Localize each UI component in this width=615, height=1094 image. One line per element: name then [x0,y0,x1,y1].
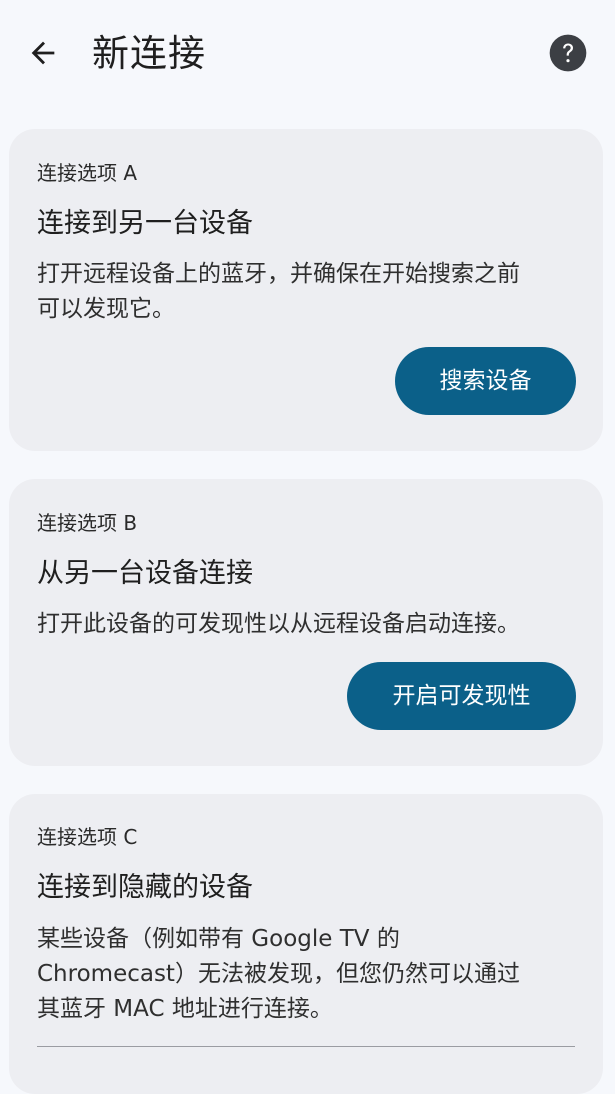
option-title: 连接到另一台设备 [37,208,253,239]
option-label: 连接选项 A [37,161,138,185]
mac-address-field-underline [37,1046,575,1047]
connection-option-card-b: 连接选项 B 从另一台设备连接 打开此设备的可发现性以从远程设备启动连接。 开启… [9,479,603,766]
enable-discoverability-button[interactable]: 开启可发现性 [347,662,576,730]
connection-option-card-c: 连接选项 C 连接到隐藏的设备 某些设备（例如带有 Google TV 的 Ch… [9,794,603,1094]
connection-option-card-a: 连接选项 A 连接到另一台设备 打开远程设备上的蓝牙，并确保在开始搜索之前 可以… [9,129,603,451]
app-bar: 新连接 [0,0,615,110]
description-line: 打开此设备的可发现性以从远程设备启动连接。 [37,611,520,637]
option-label: 连接选项 C [37,825,138,849]
option-description: 打开远程设备上的蓝牙，并确保在开始搜索之前 可以发现它。 [37,257,572,327]
arrow-left-icon [31,41,55,65]
option-description: 某些设备（例如带有 Google TV 的 Chromecast）无法被发现，但… [37,922,572,1027]
help-button[interactable] [547,32,589,74]
description-line: 某些设备（例如带有 Google TV 的 [37,926,400,952]
option-label: 连接选项 B [37,511,138,535]
description-line: 可以发现它。 [37,296,175,322]
back-button[interactable] [18,28,68,78]
description-line: 其蓝牙 MAC 地址进行连接。 [37,996,333,1022]
search-devices-button[interactable]: 搜索设备 [395,347,576,415]
description-line: 打开远程设备上的蓝牙，并确保在开始搜索之前 [37,261,520,287]
description-line: Chromecast）无法被发现，但您仍然可以通过 [37,961,520,987]
option-description: 打开此设备的可发现性以从远程设备启动连接。 [37,607,572,642]
option-title: 连接到隐藏的设备 [37,872,253,903]
option-title: 从另一台设备连接 [37,558,253,589]
page-title: 新连接 [92,32,206,75]
help-circle-icon [549,34,587,72]
